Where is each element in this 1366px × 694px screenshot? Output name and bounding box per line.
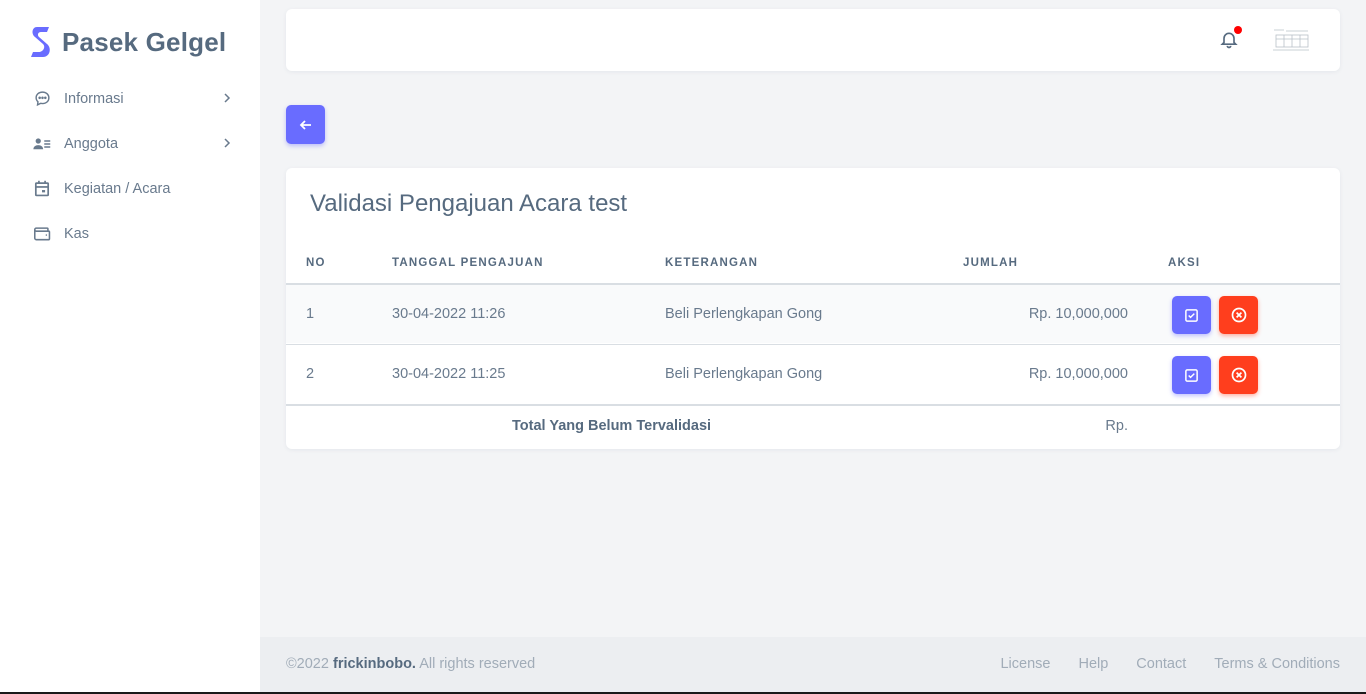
sidebar-item-label: Kegiatan / Acara xyxy=(64,180,171,197)
table-row: 1 30-04-2022 11:26 Beli Perlengkapan Gon… xyxy=(286,283,1340,343)
copyright-suffix: All rights reserved xyxy=(415,656,536,672)
user-list-icon xyxy=(33,135,51,153)
sidebar-item-label: Anggota xyxy=(64,135,119,152)
avatar[interactable] xyxy=(1270,26,1312,54)
column-header-keterangan: KETERANGAN xyxy=(665,257,759,269)
sidebar-item-kegiatan[interactable]: Kegiatan / Acara xyxy=(0,166,260,211)
chat-bubble-icon xyxy=(33,90,51,108)
cell-tanggal: 30-04-2022 11:25 xyxy=(392,366,506,382)
brand-logo[interactable]: Pasek Gelgel xyxy=(30,24,226,60)
brand-name: Pasek Gelgel xyxy=(62,26,227,57)
footer-copyright: ©2022 frickinbobo. All rights reserved xyxy=(286,656,535,672)
calendar-icon xyxy=(33,180,51,198)
column-header-jumlah: JUMLAH xyxy=(963,257,1019,269)
reject-button[interactable] xyxy=(1219,356,1258,394)
table-row: 2 30-04-2022 11:25 Beli Perlengkapan Gon… xyxy=(286,344,1340,404)
chevron-right-icon xyxy=(224,138,231,148)
total-row: Total Yang Belum Tervalidasi Rp. xyxy=(286,404,1340,449)
cell-keterangan: Beli Perlengkapan Gong xyxy=(665,366,823,382)
arrow-left-icon xyxy=(299,119,311,130)
sidebar-item-label: Kas xyxy=(64,225,89,242)
sidebar-item-anggota[interactable]: Anggota xyxy=(0,121,260,166)
cell-tanggal: 30-04-2022 11:26 xyxy=(392,306,506,322)
total-value: Rp. xyxy=(1105,418,1128,434)
check-square-icon xyxy=(1185,368,1198,382)
validate-button[interactable] xyxy=(1172,296,1211,334)
notification-badge xyxy=(1234,26,1242,34)
footer-link-help[interactable]: Help xyxy=(1078,656,1108,672)
sidebar-menu: Informasi Anggota Kegiatan / Acara Kas xyxy=(0,76,260,256)
brand-s-icon xyxy=(31,27,50,57)
x-circle-icon xyxy=(1231,307,1246,323)
footer: ©2022 frickinbobo. All rights reserved L… xyxy=(260,637,1366,692)
total-label: Total Yang Belum Tervalidasi xyxy=(512,418,712,434)
x-circle-icon xyxy=(1231,367,1246,383)
footer-link-contact[interactable]: Contact xyxy=(1136,656,1186,672)
check-square-icon xyxy=(1185,308,1198,322)
cell-jumlah: Rp. 10,000,000 xyxy=(1028,366,1128,382)
column-header-aksi: AKSI xyxy=(1168,257,1201,269)
sidebar: Pasek Gelgel Informasi Anggota Kegiatan … xyxy=(0,0,260,692)
cell-jumlah: Rp. 10,000,000 xyxy=(1028,306,1128,322)
sidebar-item-kas[interactable]: Kas xyxy=(0,211,260,256)
footer-link-terms[interactable]: Terms & Conditions xyxy=(1214,656,1340,672)
footer-link-license[interactable]: License xyxy=(1000,656,1050,672)
top-navbar xyxy=(286,9,1340,71)
chevron-right-icon xyxy=(224,93,231,103)
reject-button[interactable] xyxy=(1219,296,1258,334)
column-header-tanggal: TANGGAL PENGAJUAN xyxy=(392,257,544,269)
cell-no: 2 xyxy=(306,366,315,382)
footer-links: License Help Contact Terms & Conditions xyxy=(1000,656,1340,672)
copyright-prefix: ©2022 xyxy=(286,656,333,672)
validation-card: Validasi Pengajuan Acara test NO TANGGAL… xyxy=(286,168,1340,449)
back-button[interactable] xyxy=(286,105,325,144)
column-header-no: NO xyxy=(306,257,326,269)
sidebar-item-informasi[interactable]: Informasi xyxy=(0,76,260,121)
footer-author-link[interactable]: frickinbobo. xyxy=(333,656,416,672)
sidebar-item-label: Informasi xyxy=(64,90,124,107)
card-title: Validasi Pengajuan Acara test xyxy=(310,190,628,217)
wallet-icon xyxy=(33,225,51,243)
cell-keterangan: Beli Perlengkapan Gong xyxy=(665,306,823,322)
cell-no: 1 xyxy=(306,306,315,322)
validate-button[interactable] xyxy=(1172,356,1211,394)
